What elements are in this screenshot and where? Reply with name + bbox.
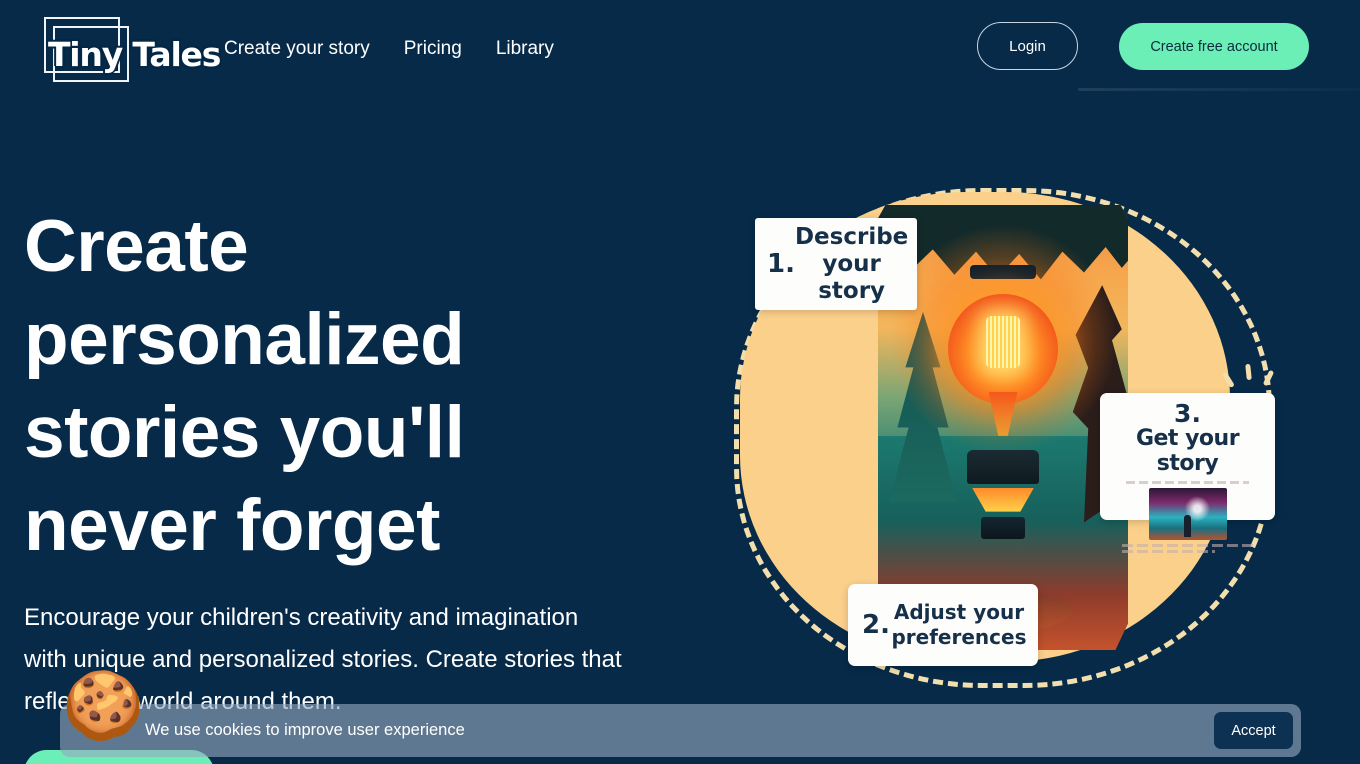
step-card-2: 2. Adjust your preferences bbox=[848, 584, 1038, 666]
bulb-base bbox=[967, 449, 1039, 484]
nav-item-create-your-story[interactable]: Create your story bbox=[224, 38, 370, 60]
header-divider bbox=[1078, 88, 1360, 91]
story-thumbnail-image bbox=[1148, 488, 1227, 540]
cookie-message: We use cookies to improve user experienc… bbox=[145, 721, 465, 739]
story-placeholder-line-1 bbox=[1122, 544, 1253, 547]
hero-illustration: 1. Describe your story 2. Adjust your pr… bbox=[700, 150, 1320, 710]
cookie-icon: 🍪 bbox=[62, 668, 145, 742]
nav-item-pricing[interactable]: Pricing bbox=[404, 38, 462, 60]
login-button[interactable]: Login bbox=[977, 22, 1078, 70]
step-2-number: 2. bbox=[862, 609, 890, 640]
step-3-label: Get your story bbox=[1135, 426, 1240, 476]
main-nav: Create your story Pricing Library bbox=[224, 38, 554, 60]
cookie-accept-button[interactable]: Accept bbox=[1214, 712, 1293, 749]
brand-wordmark: Tiny Tales bbox=[48, 35, 221, 74]
bulb-filament-icon bbox=[986, 316, 1020, 369]
nav-item-library[interactable]: Library bbox=[496, 38, 554, 60]
step-3-number: 3. bbox=[1174, 399, 1201, 428]
header-signup-button[interactable]: Create free account bbox=[1119, 23, 1309, 70]
cookie-consent-banner: We use cookies to improve user experienc… bbox=[60, 704, 1301, 757]
step-card-1: 1. Describe your story bbox=[755, 218, 917, 310]
step-1-number: 1. bbox=[767, 248, 795, 279]
story-placeholder-line-top bbox=[1126, 481, 1249, 484]
step-card-3: 3. Get your story bbox=[1100, 393, 1275, 553]
sparkle-decoration-icon bbox=[1222, 358, 1284, 392]
story-placeholder-line-2 bbox=[1122, 550, 1215, 553]
step-2-label: Adjust your preferences bbox=[891, 600, 1027, 649]
bulb-cap-icon bbox=[970, 265, 1036, 280]
brand-logo[interactable]: Tiny Tales bbox=[44, 14, 221, 82]
step-1-label: Describe your story bbox=[794, 223, 909, 304]
bulb-base-bottom bbox=[981, 516, 1025, 539]
hero-title: Create personalized stories you'll never… bbox=[24, 206, 465, 566]
site-header: Tiny Tales Create your story Pricing Lib… bbox=[0, 0, 1360, 96]
